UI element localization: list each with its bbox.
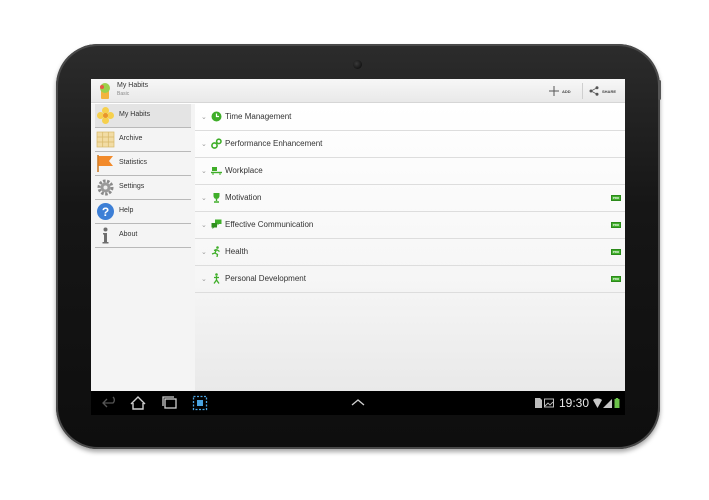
battery-icon bbox=[614, 398, 620, 408]
pro-badge: PRO bbox=[611, 195, 621, 201]
category-row-personal-development[interactable]: ⌄ Personal Development PRO bbox=[195, 266, 625, 293]
back-icon[interactable] bbox=[101, 395, 119, 411]
category-label: Health bbox=[225, 247, 249, 256]
screen: My Habits Basic ADD SHARE My Habits Arch… bbox=[91, 79, 625, 415]
screenshot-icon[interactable] bbox=[192, 395, 208, 411]
category-row-workplace[interactable]: ⌄ Workplace bbox=[195, 158, 625, 185]
signal-icon bbox=[603, 399, 612, 408]
category-row-time-management[interactable]: ⌄ Time Management bbox=[195, 104, 625, 131]
system-nav-bar: 19:30 bbox=[91, 391, 625, 415]
chevron-down-icon: ⌄ bbox=[201, 195, 207, 202]
image-notification-icon bbox=[544, 398, 554, 408]
info-icon bbox=[102, 227, 109, 244]
desk-icon bbox=[211, 167, 222, 175]
chevron-down-icon: ⌄ bbox=[201, 276, 207, 283]
sidebar-item-help[interactable]: ? Help bbox=[95, 200, 191, 224]
chevron-down-icon: ⌄ bbox=[201, 141, 207, 148]
action-bar: My Habits Basic ADD SHARE bbox=[91, 79, 625, 103]
add-button[interactable]: ADD bbox=[549, 79, 571, 103]
sidebar-item-statistics[interactable]: Statistics bbox=[95, 152, 191, 176]
recent-apps-icon[interactable] bbox=[161, 395, 179, 411]
share-icon bbox=[589, 86, 599, 96]
gear-icon bbox=[97, 179, 114, 196]
app-title: My Habits bbox=[117, 82, 149, 89]
flower-icon bbox=[97, 107, 114, 124]
trophy-icon bbox=[213, 193, 220, 203]
category-row-performance-enhancement[interactable]: ⌄ Performance Enhancement bbox=[195, 131, 625, 158]
category-row-health[interactable]: ⌄ Health PRO bbox=[195, 239, 625, 266]
category-list: ⌄ Time Management ⌄ Performance Enhancem… bbox=[195, 104, 625, 391]
sidebar-item-my-habits[interactable]: My Habits bbox=[95, 104, 191, 128]
chat-icon bbox=[211, 219, 222, 229]
category-label: Personal Development bbox=[225, 274, 306, 283]
chevron-up-icon[interactable] bbox=[350, 395, 366, 411]
status-clock: 19:30 bbox=[559, 396, 590, 410]
share-label: SHARE bbox=[602, 88, 617, 94]
svg-text:?: ? bbox=[102, 205, 109, 219]
app-logo-icon[interactable] bbox=[96, 82, 114, 100]
sidebar-item-label: Statistics bbox=[119, 159, 148, 166]
flag-icon bbox=[97, 155, 113, 172]
home-icon[interactable] bbox=[129, 395, 147, 411]
share-button[interactable]: SHARE bbox=[589, 79, 616, 103]
sidebar-item-label: Archive bbox=[119, 135, 143, 142]
category-label: Performance Enhancement bbox=[225, 139, 323, 148]
gears-icon bbox=[211, 138, 222, 149]
chevron-down-icon: ⌄ bbox=[201, 249, 207, 256]
category-row-effective-communication[interactable]: ⌄ Effective Communication PRO bbox=[195, 212, 625, 239]
pro-badge: PRO bbox=[611, 222, 621, 228]
category-label: Workplace bbox=[225, 166, 263, 175]
sidebar-item-about[interactable]: About bbox=[95, 224, 191, 248]
sidebar-item-label: Settings bbox=[119, 183, 145, 190]
sidebar-item-label: About bbox=[119, 231, 138, 238]
chevron-down-icon: ⌄ bbox=[201, 168, 207, 175]
clock-icon bbox=[211, 111, 222, 122]
action-divider bbox=[582, 83, 583, 99]
sidebar-item-settings[interactable]: Settings bbox=[95, 176, 191, 200]
question-icon: ? bbox=[97, 203, 114, 220]
category-label: Motivation bbox=[225, 193, 262, 202]
chevron-down-icon: ⌄ bbox=[201, 114, 207, 121]
climber-icon bbox=[213, 273, 220, 284]
category-label: Effective Communication bbox=[225, 220, 314, 229]
wifi-icon bbox=[593, 398, 602, 408]
pro-badge: PRO bbox=[611, 249, 621, 255]
sidebar-item-archive[interactable]: Archive bbox=[95, 128, 191, 152]
chevron-down-icon: ⌄ bbox=[201, 222, 207, 229]
plus-icon bbox=[549, 86, 559, 96]
sidebar: My Habits Archive Statistics Settings ? … bbox=[91, 104, 195, 391]
pro-badge: PRO bbox=[611, 276, 621, 282]
sidebar-item-label: Help bbox=[119, 207, 134, 214]
sidebar-item-label: My Habits bbox=[119, 111, 151, 118]
add-label: ADD bbox=[562, 88, 571, 94]
power-button bbox=[658, 80, 661, 100]
archive-grid-icon bbox=[96, 131, 115, 148]
category-label: Time Management bbox=[225, 112, 292, 121]
app-subtitle: Basic bbox=[117, 91, 130, 97]
runner-icon bbox=[211, 246, 220, 257]
category-row-motivation[interactable]: ⌄ Motivation PRO bbox=[195, 185, 625, 212]
camera-lens bbox=[353, 60, 362, 69]
sd-card-icon bbox=[535, 398, 542, 408]
